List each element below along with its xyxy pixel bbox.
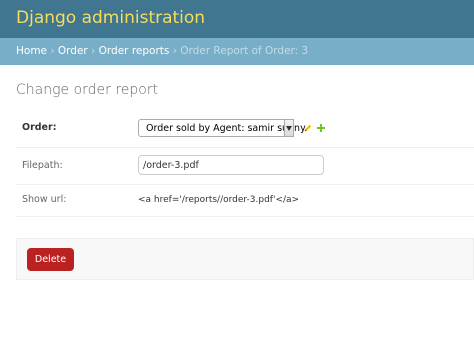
submit-row: Delete xyxy=(16,238,474,280)
site-branding[interactable]: Django administration xyxy=(16,8,205,28)
breadcrumb-separator: › xyxy=(50,45,55,57)
filepath-label: Filepath: xyxy=(22,160,63,171)
breadcrumb-current: Order Report of Order: 3 xyxy=(180,45,309,57)
page-title: Change order report xyxy=(16,82,159,98)
filepath-input[interactable] xyxy=(138,155,324,175)
order-select-arrow[interactable] xyxy=(284,119,294,137)
pencil-icon[interactable] xyxy=(304,124,312,132)
breadcrumb-model[interactable]: Order reports xyxy=(99,45,170,57)
chevron-down-icon xyxy=(286,126,292,131)
breadcrumb-app[interactable]: Order xyxy=(58,45,88,57)
show-url-value: <a href='/reports//order-3.pdf'</a> xyxy=(138,195,300,205)
header: Django administration xyxy=(0,0,474,38)
breadcrumb-separator: › xyxy=(91,45,96,57)
breadcrumb-separator: › xyxy=(172,45,177,57)
order-select[interactable]: Order sold by Agent: samir sunny xyxy=(138,119,306,137)
form-row-show-url: Show url: <a href='/reports//order-3.pdf… xyxy=(16,184,474,217)
form-row-order: Order: Order sold by Agent: samir sunny xyxy=(16,107,474,148)
plus-icon[interactable] xyxy=(317,124,325,132)
delete-button[interactable]: Delete xyxy=(27,248,74,271)
breadcrumb: Home › Order › Order reports › Order Rep… xyxy=(0,38,474,65)
order-label: Order: xyxy=(22,122,57,133)
show-url-label: Show url: xyxy=(22,194,67,205)
form-row-filepath: Filepath: xyxy=(16,147,474,185)
order-select-value: Order sold by Agent: samir sunny xyxy=(146,123,306,134)
breadcrumb-home[interactable]: Home xyxy=(16,45,47,57)
